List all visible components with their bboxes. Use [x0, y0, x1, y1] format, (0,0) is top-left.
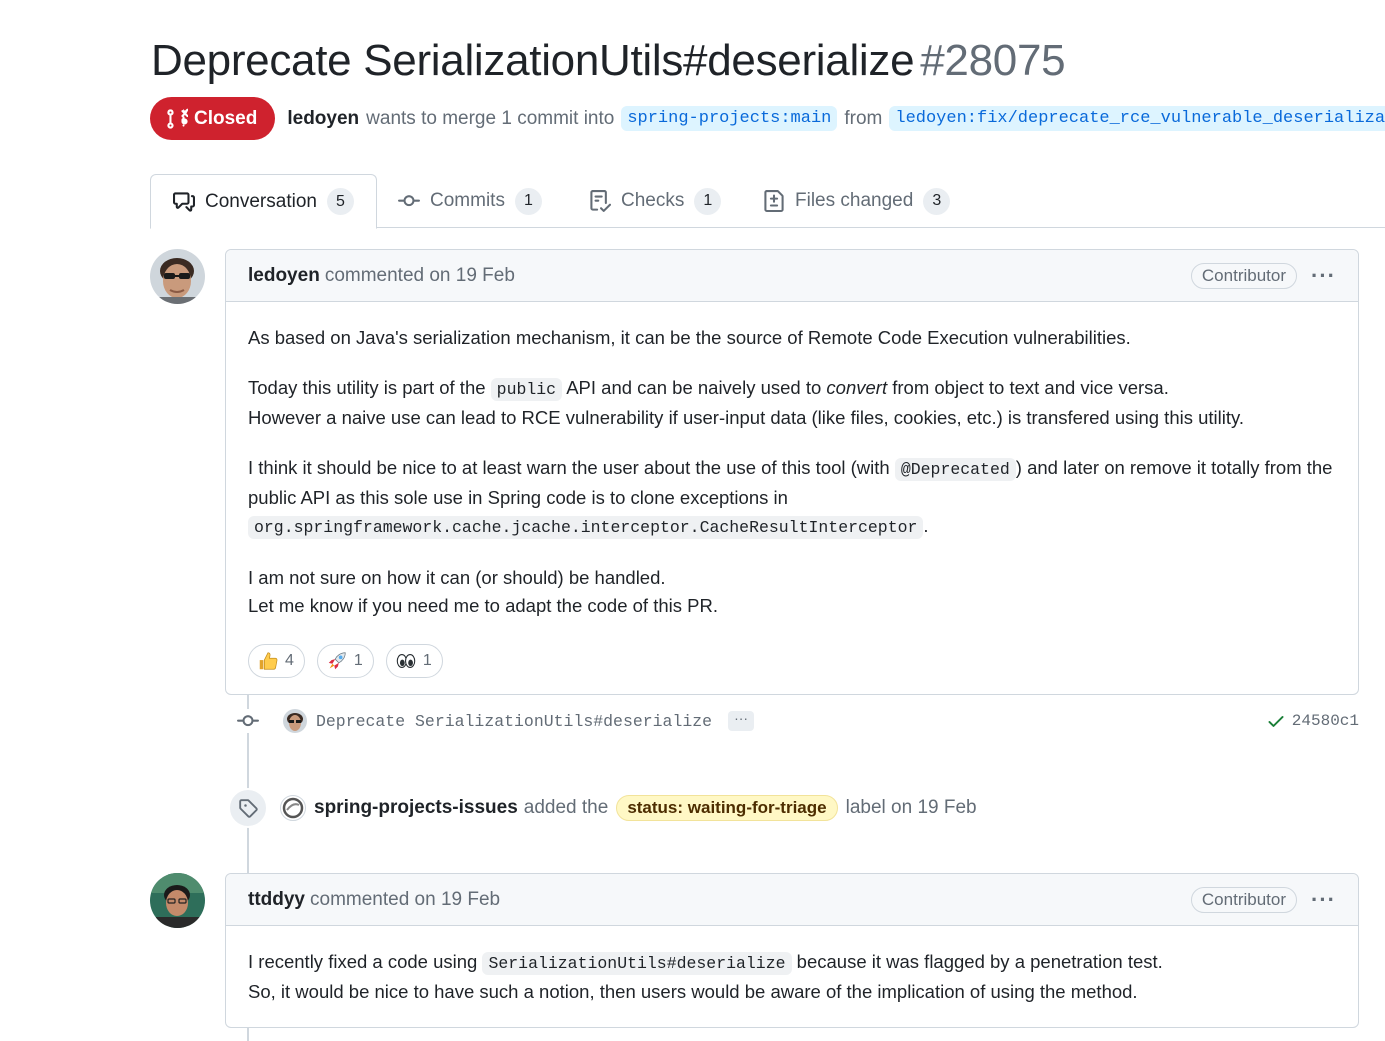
commit-sha-link[interactable]: 24580c1: [1292, 712, 1359, 730]
head-branch[interactable]: ledoyen:fix/deprecate_rce_vulnerable_des…: [889, 106, 1385, 131]
comment-box: ttddyy commented on 19 Feb Contributor ·…: [225, 873, 1359, 1028]
comment-author[interactable]: ttddyy: [248, 889, 305, 911]
check-icon[interactable]: [1266, 711, 1286, 731]
bot-avatar[interactable]: [280, 795, 306, 821]
thumbs-up-icon: [259, 652, 278, 670]
timeline-label-event: spring-projects-issues added the status:…: [228, 788, 977, 828]
eyes-icon: [396, 654, 416, 668]
reaction-thumbs-up[interactable]: 4: [248, 644, 305, 678]
tab-counter: 1: [694, 187, 722, 215]
file-diff-icon: [764, 190, 784, 212]
pr-title-text: Deprecate SerializationUtils#deserialize: [151, 36, 915, 85]
tab-label: Checks: [621, 190, 685, 211]
kebab-horizontal-icon[interactable]: ···: [1311, 888, 1336, 911]
user-avatar-ttddyy: [150, 873, 205, 928]
reaction-count: 1: [353, 652, 363, 669]
avatar[interactable]: [283, 709, 307, 733]
avatar[interactable]: [150, 873, 205, 928]
commit-expand-button[interactable]: ···: [728, 711, 755, 731]
comment-discussion-icon: [173, 191, 195, 212]
reaction-count: 1: [422, 652, 432, 669]
avatar[interactable]: [150, 249, 205, 304]
pr-tabs: Conversation 5 Commits 1 Checks 1 Files …: [150, 174, 1385, 229]
timeline-commit: Deprecate SerializationUtils#deserialize…: [236, 706, 1359, 736]
inline-code: SerializationUtils#deserialize: [482, 952, 792, 975]
event-suffix: label on 19 Feb: [845, 797, 977, 818]
tab-label: Commits: [430, 190, 505, 211]
kebab-horizontal-icon[interactable]: ···: [1311, 264, 1336, 287]
merge-text: wants to merge 1 commit into: [366, 107, 615, 129]
git-commit-icon: [398, 195, 420, 207]
reactions: 4 1 1: [248, 644, 1336, 678]
tab-label: Files changed: [795, 190, 914, 211]
comment-paragraph: Today this utility is part of the public…: [248, 377, 1245, 428]
reaction-eyes[interactable]: 1: [385, 644, 443, 678]
commit-message-link[interactable]: Deprecate SerializationUtils#deserialize: [316, 712, 712, 731]
comment-paragraph: I recently fixed a code using Serializat…: [248, 951, 1163, 1002]
comment-timestamp[interactable]: commented on 19 Feb: [310, 889, 500, 911]
inline-code: org.springframework.cache.jcache.interce…: [248, 516, 924, 539]
comment-paragraph: I am not sure on how it can (or should) …: [248, 567, 718, 616]
from-text: from: [844, 107, 883, 129]
comment-paragraph: I think it should be nice to at least wa…: [248, 457, 1333, 539]
git-pull-request-closed-icon: [167, 108, 188, 129]
comment-box: ledoyen commented on 19 Feb Contributor …: [225, 249, 1359, 695]
tab-files-changed[interactable]: Files changed 3: [763, 174, 951, 228]
reaction-rocket[interactable]: 1: [316, 644, 374, 678]
role-badge: Contributor: [1190, 262, 1298, 289]
tab-counter: 5: [326, 188, 354, 215]
rocket-icon: [328, 652, 346, 670]
comment-body: I recently fixed a code using Serializat…: [226, 926, 1358, 1028]
comment-header: ledoyen commented on 19 Feb Contributor …: [226, 250, 1358, 302]
pr-author-link[interactable]: ledoyen: [287, 108, 359, 130]
comment-timestamp[interactable]: commented on 19 Feb: [325, 265, 515, 287]
comment-body: As based on Java's serialization mechani…: [226, 302, 1358, 700]
inline-code: @Deprecated: [894, 458, 1016, 481]
pr-title: Deprecate SerializationUtils#deserialize…: [151, 36, 1066, 86]
reaction-count: 4: [285, 652, 294, 669]
state-badge: Closed: [150, 97, 276, 140]
tab-conversation[interactable]: Conversation 5: [150, 174, 377, 229]
state-label: Closed: [194, 107, 258, 129]
tab-counter: 3: [923, 187, 951, 215]
comment-paragraph: As based on Java's serialization mechani…: [248, 327, 1131, 348]
git-commit-icon: [236, 709, 260, 733]
comment-author[interactable]: ledoyen: [248, 265, 320, 287]
checklist-icon: [590, 190, 611, 212]
tab-checks[interactable]: Checks 1: [589, 174, 722, 228]
base-branch[interactable]: spring-projects:main: [621, 106, 838, 131]
role-badge: Contributor: [1190, 886, 1298, 913]
tab-label: Conversation: [205, 190, 317, 212]
comment-header: ttddyy commented on 19 Feb Contributor ·…: [226, 874, 1358, 926]
tag-icon: [228, 788, 268, 828]
inline-code: public: [490, 378, 563, 401]
label-chip[interactable]: status: waiting-for-triage: [616, 795, 838, 821]
event-action: added the: [523, 797, 609, 818]
user-avatar-ledoyen: [150, 249, 205, 304]
pr-number: #28075: [920, 36, 1066, 85]
event-actor-link[interactable]: spring-projects-issues: [314, 797, 518, 819]
tab-commits[interactable]: Commits 1: [398, 174, 542, 228]
pr-meta: Closed ledoyen wants to merge 1 commit i…: [150, 97, 1385, 140]
tab-counter: 1: [514, 187, 542, 215]
